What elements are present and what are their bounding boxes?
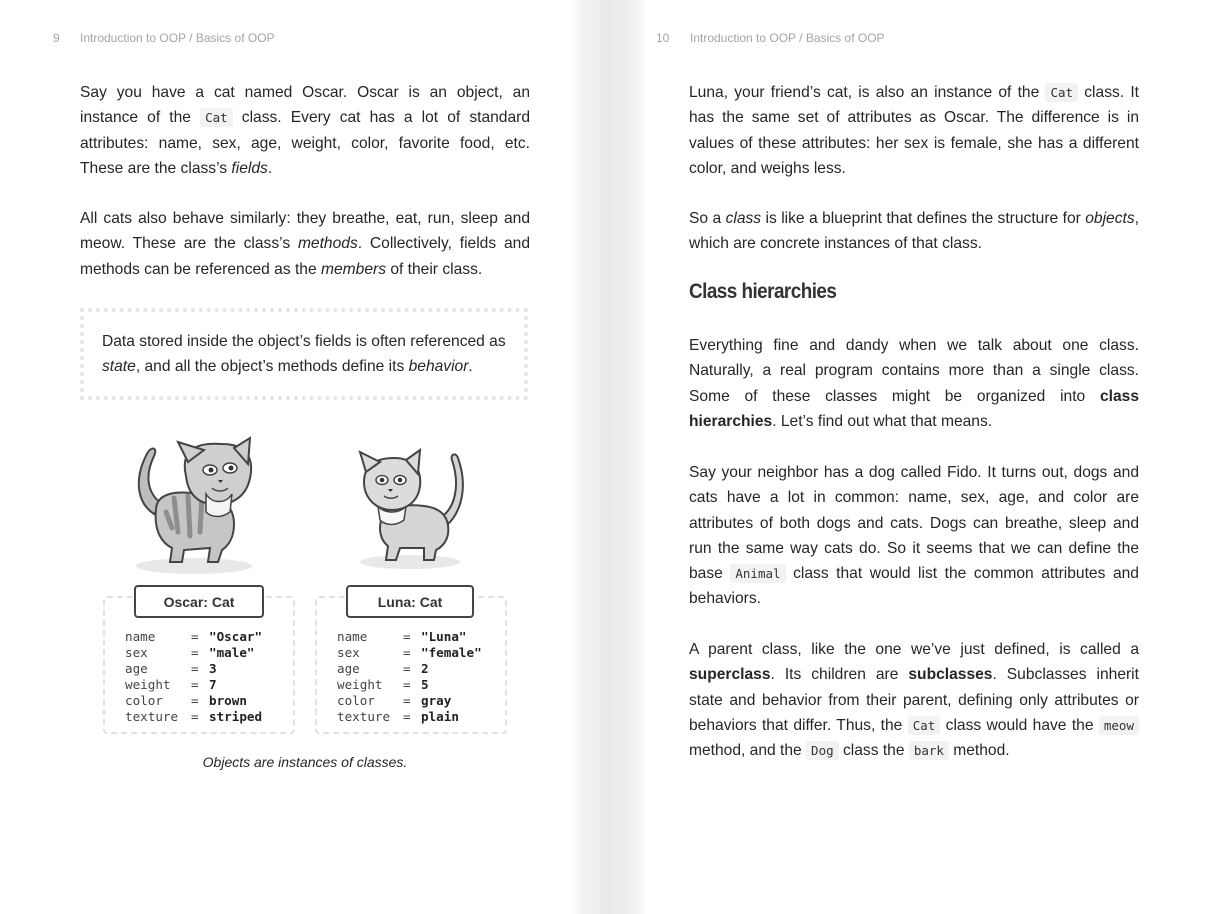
text-span: A parent class, like the one we’ve just … xyxy=(689,641,1139,658)
attr-key: color xyxy=(125,692,163,708)
attr-eq: = xyxy=(403,692,411,708)
attr-key: name xyxy=(125,629,156,644)
attr-eq: = xyxy=(191,692,199,708)
attr-key: texture xyxy=(125,708,179,724)
text-span: Everything fine and dandy when we talk a… xyxy=(689,337,1139,405)
attribute-row: texture = striped xyxy=(125,709,262,725)
objects-illustration: Oscar: Cat name = "Oscar" sex = "male" age = 3… xyxy=(0,0,570,914)
attr-value: "male" xyxy=(209,644,255,660)
object-title-luna: Luna: Cat xyxy=(346,585,474,618)
attribute-row: name = "Oscar" xyxy=(125,629,262,645)
attr-value: "female" xyxy=(421,644,482,660)
text-span: method. xyxy=(948,742,1010,760)
paragraph-luna-instance: Luna, your friend’s cat, is also an inst… xyxy=(689,80,1139,181)
attr-eq: = xyxy=(403,629,411,644)
inline-code-cat: Cat xyxy=(907,715,941,735)
attr-value: 3 xyxy=(209,660,217,676)
plain-cat-illustration xyxy=(358,448,464,569)
attr-eq: = xyxy=(191,644,199,660)
attr-eq: = xyxy=(191,676,199,692)
attr-value: brown xyxy=(209,692,247,708)
paragraph-dog-fido: Say your neighbor has a dog called Fido.… xyxy=(689,460,1139,612)
text-span: . Let’s find out what that means. xyxy=(772,412,993,430)
attr-eq: = xyxy=(191,708,199,724)
text-span: So a xyxy=(689,210,726,227)
inline-code-bark: bark xyxy=(908,741,949,761)
attr-key: weight xyxy=(125,676,171,692)
strong-subclasses: subclasses xyxy=(908,666,993,684)
attr-eq: = xyxy=(403,660,411,676)
attr-eq: = xyxy=(403,676,411,692)
attr-key: texture xyxy=(337,708,391,724)
paragraph-class-hierarchies-intro: Everything fine and dandy when we talk a… xyxy=(689,333,1139,434)
attr-key: age xyxy=(337,660,360,676)
attr-key: sex xyxy=(337,644,360,660)
text-span: Luna, your friend’s cat, is also an inst… xyxy=(689,84,1046,101)
attribute-row: weight = 7 xyxy=(125,677,262,693)
inline-code-meow: meow xyxy=(1098,715,1139,735)
attr-value: 2 xyxy=(421,660,429,676)
attribute-list-oscar: name = "Oscar" sex = "male" age = 3 weight = 7 c… xyxy=(125,629,262,724)
object-title-oscar: Oscar: Cat xyxy=(134,585,264,618)
inline-code-dog: Dog xyxy=(806,741,839,761)
strong-superclass: superclass xyxy=(689,666,771,684)
page-number-right: 10 xyxy=(656,31,670,45)
attribute-row: weight = 5 xyxy=(337,677,482,693)
attribute-row: age = 3 xyxy=(125,661,262,677)
attr-key: age xyxy=(125,660,148,676)
attr-value: striped xyxy=(209,708,263,724)
paragraph-superclass: A parent class, like the one we’ve just … xyxy=(689,637,1139,763)
attr-value: 7 xyxy=(209,676,217,692)
left-page: 9 Introduction to OOP / Basics of OOP Say… xyxy=(0,0,570,914)
emphasis-class: class xyxy=(725,210,762,227)
inline-code-cat: Cat xyxy=(1045,83,1079,102)
section-heading-class-hierarchies: Class hierarchies xyxy=(689,280,837,303)
attr-eq: = xyxy=(403,708,411,724)
attribute-row: color = brown xyxy=(125,693,262,709)
attr-key: color xyxy=(337,692,375,708)
running-head-right: 10 Introduction to OOP / Basics of OOP xyxy=(656,31,885,45)
text-span: . Its children are xyxy=(770,666,909,684)
attribute-row: age = 2 xyxy=(337,661,482,677)
text-span: class the xyxy=(838,742,909,760)
attribute-row: sex = "female" xyxy=(337,645,482,661)
attr-key: sex xyxy=(125,644,148,660)
figure-caption: Objects are instances of classes. xyxy=(202,754,408,770)
attr-value: "Oscar" xyxy=(209,629,263,644)
text-span: class would have the xyxy=(940,716,1099,734)
text-span: is like a blueprint that defines the str… xyxy=(761,210,1086,227)
attribute-row: sex = "male" xyxy=(125,645,262,661)
attr-key: name xyxy=(337,629,368,644)
attr-eq: = xyxy=(191,629,199,644)
emphasis-objects: objects xyxy=(1085,210,1135,227)
right-page: 10 Introduction to OOP / Basics of OOP Lu… xyxy=(648,0,1218,914)
striped-cat-illustration xyxy=(136,436,253,574)
attr-key: weight xyxy=(337,676,383,692)
attr-value: plain xyxy=(421,708,459,724)
inline-code-animal: Animal xyxy=(730,564,786,584)
attr-value: "Luna" xyxy=(421,629,467,644)
text-span: method, and the xyxy=(689,742,807,760)
attr-value: gray xyxy=(421,692,452,708)
attribute-row: name = "Luna" xyxy=(337,629,482,645)
attribute-row: color = gray xyxy=(337,693,482,709)
running-head-title-right: Introduction to OOP / Basics of OOP xyxy=(690,31,885,45)
book-gutter xyxy=(570,0,648,914)
attribute-list-luna: name = "Luna" sex = "female" age = 2 weight = 5 … xyxy=(337,629,482,724)
paragraph-class-blueprint: So a class is like a blueprint that defi… xyxy=(689,206,1139,257)
attribute-row: texture = plain xyxy=(337,709,482,725)
attr-eq: = xyxy=(191,660,199,676)
attr-value: 5 xyxy=(421,676,429,692)
attr-eq: = xyxy=(403,644,411,660)
